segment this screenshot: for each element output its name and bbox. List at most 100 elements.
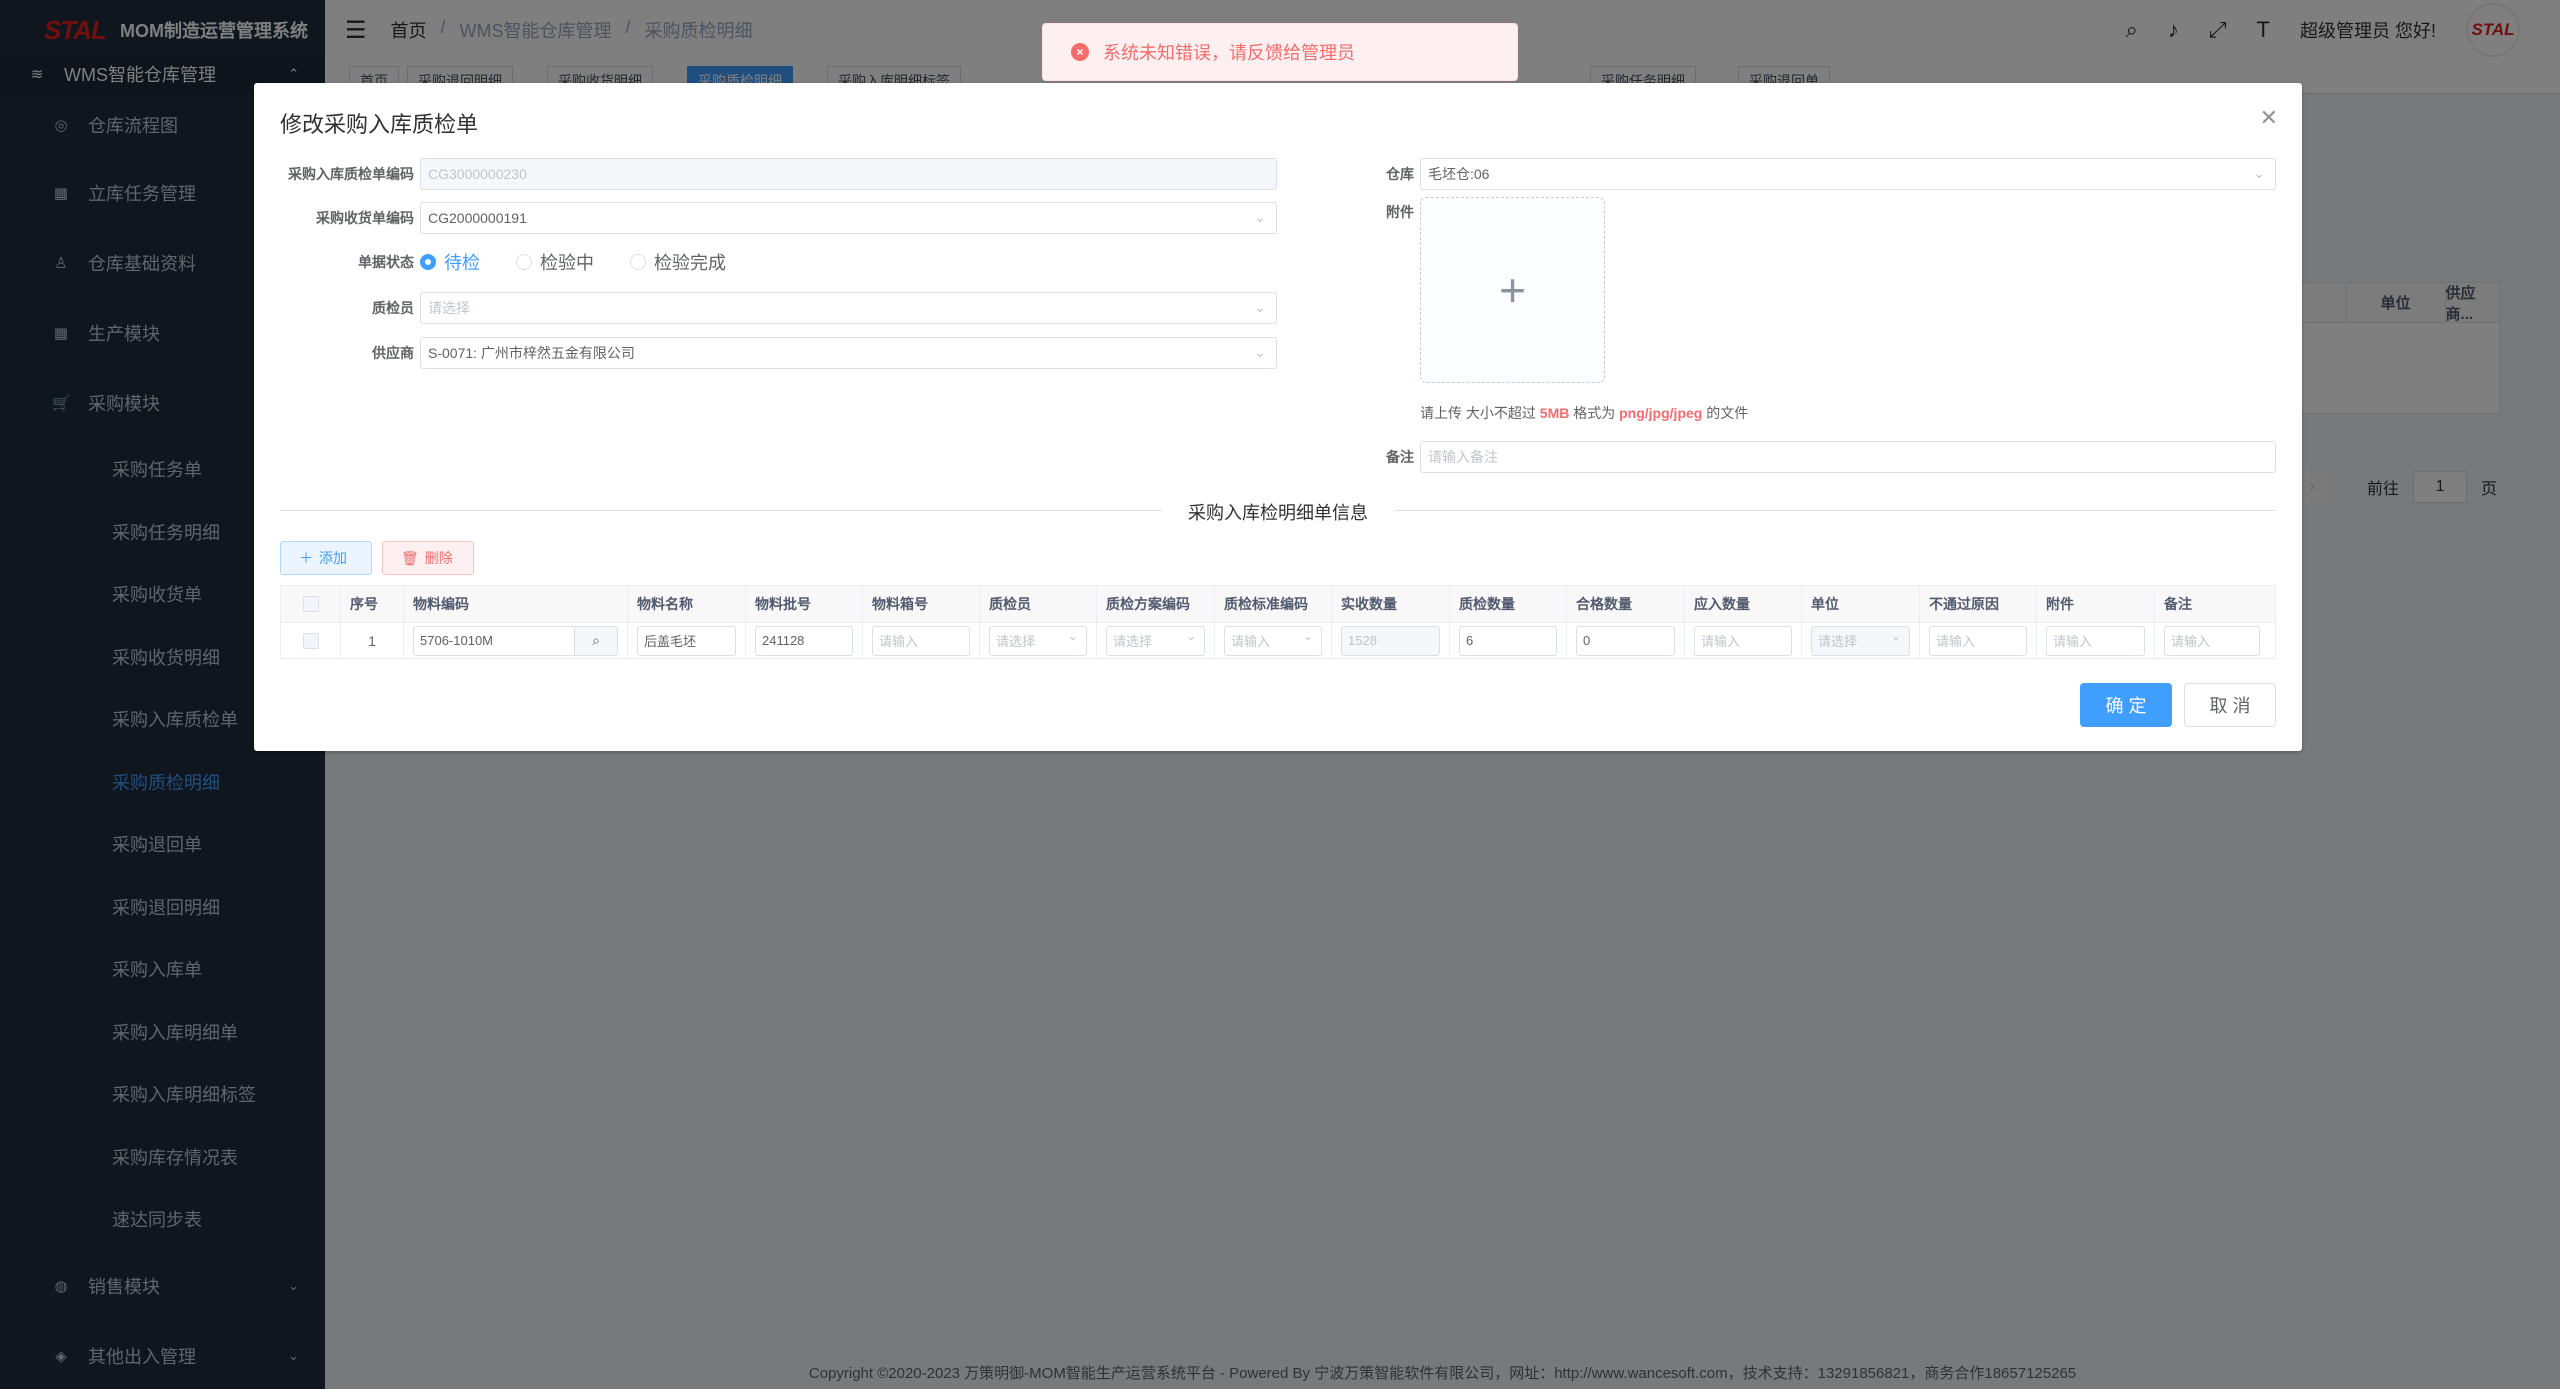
material-name-input[interactable]: 后盖毛坯 <box>637 625 736 656</box>
select-all-cell <box>281 586 341 622</box>
inspector-select[interactable]: 请选择 ⌄ <box>420 292 1277 324</box>
radio-dot <box>420 254 436 270</box>
table-header: 物料编码 <box>404 586 628 622</box>
reason-cell: 请输入 <box>1920 623 2037 658</box>
table-header: 质检数量 <box>1450 586 1567 622</box>
field-label: 供应商 <box>372 345 414 361</box>
form-item-supplier: 供应商 S-0071: 广州市梓然五金有限公司 ⌄ <box>280 337 1277 369</box>
table-header: 序号 <box>341 586 404 622</box>
search-icon[interactable]: ⌕ <box>575 625 618 656</box>
hint-text: 格式为 <box>1569 405 1620 421</box>
box-no-input[interactable]: 请输入 <box>872 625 970 656</box>
add-button-label: 添加 <box>319 550 347 566</box>
unit-select[interactable]: 请选择 ⌄ <box>1811 625 1910 656</box>
form-item-inspector: 质检员 请选择 ⌄ <box>280 292 1277 324</box>
detail-section-label: 采购入库检明细单信息 <box>1162 503 1394 523</box>
inspect-qty-cell: 6 <box>1450 623 1567 658</box>
field-label: 质检员 <box>372 300 414 316</box>
warehouse-value: 毛坯仓:06 <box>1428 166 1490 182</box>
qualified-qty-cell: 0 <box>1567 623 1685 658</box>
error-icon: × <box>1071 43 1089 61</box>
table-header: 备注 <box>2164 596 2192 612</box>
add-button[interactable]: ＋ 添加 <box>280 541 372 575</box>
supplier-value: S-0071: 广州市梓然五金有限公司 <box>428 345 635 361</box>
row-inspector-select[interactable]: 请选择 ⌄ <box>989 625 1087 656</box>
form-item-warehouse: 仓库 毛坯仓:06 ⌄ <box>1364 158 2276 190</box>
inspector-cell: 请选择 ⌄ <box>980 623 1097 658</box>
hint-text: 请上传 大小不超过 <box>1420 405 1540 421</box>
status-radio-inspecting[interactable]: 检验中 <box>516 249 594 275</box>
chevron-down-icon: ⌄ <box>1890 628 1901 643</box>
radio-label: 检验完成 <box>654 253 726 273</box>
row-remark-input[interactable]: 请输入 <box>2164 625 2260 656</box>
standard-code-cell: 请输入 ⌄ <box>1215 623 1332 658</box>
batch-no-input[interactable]: 241128 <box>755 625 853 656</box>
table-header: 单位 <box>1802 586 1920 622</box>
chevron-down-icon: ⌄ <box>1185 628 1196 643</box>
receipt-code-select[interactable]: CG2000000191 ⌄ <box>420 202 1277 234</box>
radio-label: 待检 <box>444 253 480 273</box>
form-item-status: 单据状态 待检 检验中 检验完成 <box>280 246 762 278</box>
select-placeholder: 请选择 <box>1818 634 1858 649</box>
remark-input[interactable]: 请输入备注 <box>1420 441 2276 473</box>
plus-icon: ＋ <box>299 550 313 566</box>
unit-cell: 请选择 ⌄ <box>1802 623 1920 658</box>
remark-cell: 请输入 <box>2155 623 2269 658</box>
inspect-qty-input[interactable]: 6 <box>1459 625 1557 656</box>
field-label: 单据状态 <box>358 254 414 270</box>
select-placeholder: 请选择 <box>1113 634 1153 649</box>
table-header: 附件 <box>2037 586 2155 622</box>
plan-code-select[interactable]: 请选择 ⌄ <box>1106 625 1205 656</box>
row-attachment-input[interactable]: 请输入 <box>2046 625 2145 656</box>
attachment-cell: 请输入 <box>2037 623 2155 658</box>
received-qty-input[interactable]: 1528 <box>1341 625 1440 656</box>
upload-area[interactable]: + <box>1420 197 1605 383</box>
should-qty-input[interactable]: 请输入 <box>1694 625 1792 656</box>
inspector-placeholder: 请选择 <box>428 300 470 316</box>
detail-table: 序号 物料编码 物料名称 物料批号 物料箱号 质检员 质检方案编码 质检标准编码… <box>280 585 2276 659</box>
material-code-input[interactable]: 5706-1010M <box>413 625 576 656</box>
confirm-button[interactable]: 确 定 <box>2080 683 2172 727</box>
field-label: 仓库 <box>1386 166 1414 182</box>
delete-button[interactable]: 🗑 删除 <box>382 541 474 575</box>
batch-no-cell: 241128 <box>746 623 863 658</box>
status-radio-done[interactable]: 检验完成 <box>630 249 726 275</box>
radio-dot <box>516 254 532 270</box>
row-select-cell <box>281 623 341 658</box>
standard-code-select[interactable]: 请输入 ⌄ <box>1224 625 1322 656</box>
select-all-checkbox[interactable] <box>302 596 319 612</box>
reason-input[interactable]: 请输入 <box>1929 625 2027 656</box>
dialog-title: 修改采购入库质检单 <box>280 112 479 137</box>
status-radio-pending[interactable]: 待检 <box>420 249 480 275</box>
close-icon[interactable]: ✕ <box>2260 105 2278 131</box>
chevron-down-icon: ⌄ <box>1302 628 1313 643</box>
table-row: 1 5706-1010M ⌕ 后盖毛坯 241128 请输入 请选择 ⌄ 请选择 ⌄… <box>281 623 2275 658</box>
supplier-select[interactable]: S-0071: 广州市梓然五金有限公司 ⌄ <box>420 337 1277 369</box>
radio-dot <box>630 254 646 270</box>
table-header: 物料名称 <box>628 586 746 622</box>
field-label: 备注 <box>1386 449 1414 465</box>
table-header: 物料批号 <box>746 586 863 622</box>
chevron-down-icon: ⌄ <box>1067 628 1078 643</box>
chevron-down-icon: ⌄ <box>2253 165 2265 181</box>
qualified-qty-input[interactable]: 0 <box>1576 625 1675 656</box>
table-header: 物料箱号 <box>863 586 980 622</box>
received-qty-cell: 1528 <box>1332 623 1450 658</box>
material-code-cell: 5706-1010M ⌕ <box>404 623 628 658</box>
material-name-cell: 后盖毛坯 <box>628 623 746 658</box>
delete-button-label: 删除 <box>424 550 453 566</box>
box-no-cell: 请输入 <box>863 623 980 658</box>
should-qty-cell: 请输入 <box>1685 623 1802 658</box>
row-checkbox[interactable] <box>302 632 319 649</box>
error-message-text: 系统未知错误，请反馈给管理员 <box>1103 43 1355 63</box>
status-radio-group: 待检 检验中 检验完成 <box>420 249 762 275</box>
table-header: 不通过原因 <box>1920 586 2037 622</box>
row-index: 1 <box>341 623 404 658</box>
select-placeholder: 请选择 <box>996 634 1036 649</box>
warehouse-select[interactable]: 毛坯仓:06 ⌄ <box>1420 158 2276 190</box>
chevron-down-icon: ⌄ <box>1254 209 1266 225</box>
table-header: 合格数量 <box>1567 586 1685 622</box>
inspection-code-input[interactable]: CG3000000230 <box>420 158 1277 190</box>
field-label: 采购收货单编码 <box>316 210 414 226</box>
cancel-button[interactable]: 取 消 <box>2184 683 2276 727</box>
